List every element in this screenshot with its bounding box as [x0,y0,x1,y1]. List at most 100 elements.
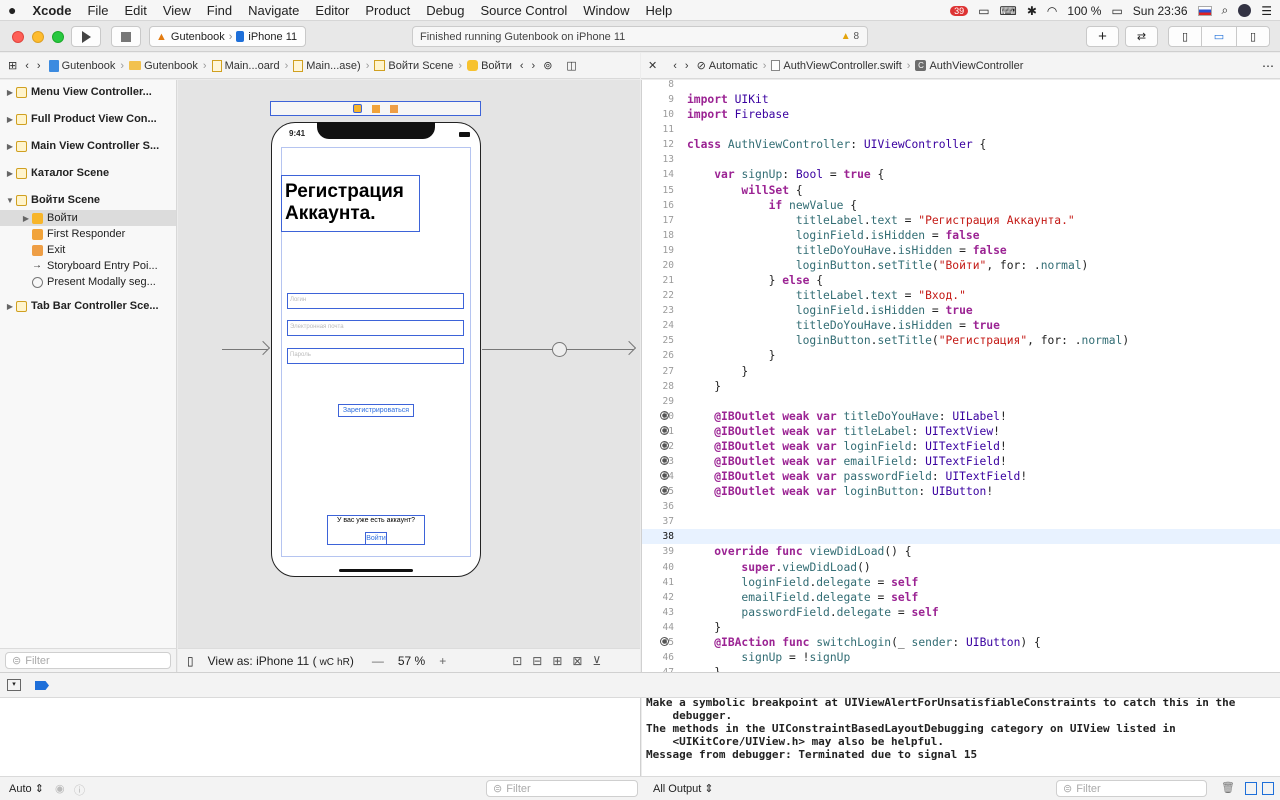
scheme-selector[interactable]: ▲ Gutenbook › iPhone 11 [149,26,306,47]
outline-item[interactable]: ▶ Menu View Controller... [0,84,176,100]
storyboard-canvas[interactable]: 9:41 Регистрация Аккаунта. Логин Электро… [178,80,640,648]
line-number[interactable]: 27 [642,366,678,377]
line-number[interactable]: 15 [642,185,678,196]
line-number[interactable]: 26 [642,350,678,361]
disclosure-closed-icon[interactable]: ▶ [20,214,32,223]
outline-item[interactable]: Present Modally seg... [0,274,176,290]
line-number[interactable]: 25 [642,335,678,346]
info-icon[interactable]: ⓘ [74,782,85,798]
run-button[interactable] [71,26,101,47]
device-frame[interactable]: 9:41 Регистрация Аккаунта. Логин Электро… [271,122,481,577]
back-button[interactable]: ‹ [21,60,33,72]
line-number[interactable]: 16 [642,200,678,211]
bluetooth-icon[interactable]: ✱ [1027,4,1037,18]
menu-view[interactable]: View [155,3,199,18]
code-line[interactable]: 46 signUp = !signUp [642,650,1280,665]
split-editor-icon[interactable]: ◫ [562,59,580,72]
zoom-in-button[interactable]: + [439,654,446,668]
line-number[interactable]: 18 [642,230,678,241]
code-line[interactable]: 39 override func viewDidLoad() { [642,544,1280,559]
battery-icon[interactable]: ▭ [1111,4,1122,18]
warning-badge[interactable]: ▲ 8 [841,31,859,42]
menu-product[interactable]: Product [357,3,418,18]
console-filter-input[interactable]: ⊜ Filter [1056,780,1207,797]
apple-menu-icon[interactable]: ● [0,2,24,18]
menu-help[interactable]: Help [637,3,680,18]
disclosure-closed-icon[interactable]: ▶ [4,302,16,311]
control-center-icon[interactable]: ☰ [1261,4,1272,18]
embed-in-icon[interactable]: ⊟ [532,654,542,668]
code-line[interactable]: 17 titleLabel.text = "Регистрация Аккаун… [642,213,1280,228]
code-line[interactable]: 21 } else { [642,273,1280,288]
output-selector[interactable]: All Output ⇕ [653,782,714,795]
keyboard-icon[interactable]: ⌨ [1000,4,1017,18]
zoom-level[interactable]: 57 % [398,654,425,668]
line-number[interactable]: 38 [642,531,678,542]
code-line[interactable]: 14 var signUp: Bool = true { [642,167,1280,182]
code-line[interactable]: 43 passwordField.delegate = self [642,605,1280,620]
code-line[interactable]: 23 loginField.isHidden = true [642,303,1280,318]
line-number[interactable]: 11 [642,124,678,135]
crumb-file[interactable]: AuthViewController.swift [767,60,905,72]
code-line[interactable]: 12 class AuthViewController: UIViewContro… [642,137,1280,152]
code-line[interactable]: 22 titleLabel.text = "Вход." [642,288,1280,303]
view-as-selector[interactable]: View as: iPhone 11 (wC hR) [208,654,354,668]
code-line[interactable]: 41 loginField.delegate = self [642,575,1280,590]
line-number[interactable]: 42 [642,592,678,603]
code-line[interactable]: 24 titleDoYouHave.isHidden = true [642,318,1280,333]
issue-prev-button[interactable]: ‹ [516,60,528,72]
email-field[interactable]: Электронная почта [287,320,464,336]
menu-navigate[interactable]: Navigate [240,3,307,18]
toggle-outline-icon[interactable]: ▯ [187,654,194,668]
show-variables-icon[interactable] [1245,782,1257,795]
hide-debug-area-icon[interactable]: ▾ [7,679,21,691]
scene-dock[interactable] [270,101,481,116]
notification-badge[interactable]: 39 [950,5,969,16]
code-line[interactable]: 32 @IBOutlet weak var loginField: UIText… [642,439,1280,454]
line-number[interactable]: 12 [642,139,678,150]
code-line[interactable]: 33 @IBOutlet weak var emailField: UIText… [642,454,1280,469]
code-line[interactable]: 11 [642,122,1280,137]
menu-edit[interactable]: Edit [116,3,154,18]
outline-item[interactable]: ▶ Каталог Scene [0,165,176,181]
line-number[interactable]: 43 [642,607,678,618]
outline-item[interactable]: Exit [0,242,176,258]
disclosure-closed-icon[interactable]: ▶ [4,169,16,178]
exit-icon[interactable] [390,104,398,113]
code-line[interactable]: 25 loginButton.setTitle("Регистрация", f… [642,333,1280,348]
wifi-icon[interactable]: ◠ [1047,4,1057,18]
show-console-icon[interactable] [1262,782,1274,795]
forward-button[interactable]: › [681,60,693,72]
crumb-storyboard[interactable]: Main...oard [208,59,284,72]
code-line[interactable]: 34 @IBOutlet weak var passwordField: UIT… [642,469,1280,484]
siri-icon[interactable] [1238,4,1252,17]
crumb-automatic[interactable]: ⊘ Automatic [693,59,762,73]
outline-item[interactable]: ▶ Tab Bar Controller Sce... [0,298,176,314]
minimize-window-button[interactable] [32,31,44,43]
line-number[interactable]: 40 [642,562,678,573]
align-icon[interactable]: ⊞ [552,654,562,668]
close-editor-icon[interactable]: ✕ [641,59,661,72]
outline-item[interactable]: ▼ Войти Scene [0,192,176,208]
stop-button[interactable] [111,26,141,47]
library-button[interactable]: + [1086,26,1119,47]
login-button[interactable]: Войти [365,532,387,545]
code-line[interactable]: 38 [642,529,1280,545]
zoom-window-button[interactable] [52,31,64,43]
toggle-debug-area-button[interactable]: ▭ [1201,26,1237,47]
segue-icon[interactable] [552,342,567,357]
crumb-class[interactable]: C AuthViewController [911,60,1027,72]
line-number[interactable]: 22 [642,290,678,301]
code-line[interactable]: 16 if newValue { [642,198,1280,213]
view-controller-icon[interactable] [353,104,362,113]
line-number[interactable]: 29 [642,396,678,407]
outline-item[interactable]: ▶ Main View Controller S... [0,138,176,154]
disclosure-closed-icon[interactable]: ▶ [4,115,16,124]
outline-item[interactable]: ▶ Войти [0,210,176,226]
search-icon[interactable]: ⌕ [1222,3,1229,18]
line-number[interactable]: 46 [642,652,678,663]
code-line[interactable]: 20 loginButton.setTitle("Войти", for: .n… [642,258,1280,273]
outline-filter-input[interactable]: ⊜ Filter [5,652,171,669]
line-number[interactable]: 14 [642,169,678,180]
more-options-icon[interactable]: ⋯ [1262,59,1274,73]
